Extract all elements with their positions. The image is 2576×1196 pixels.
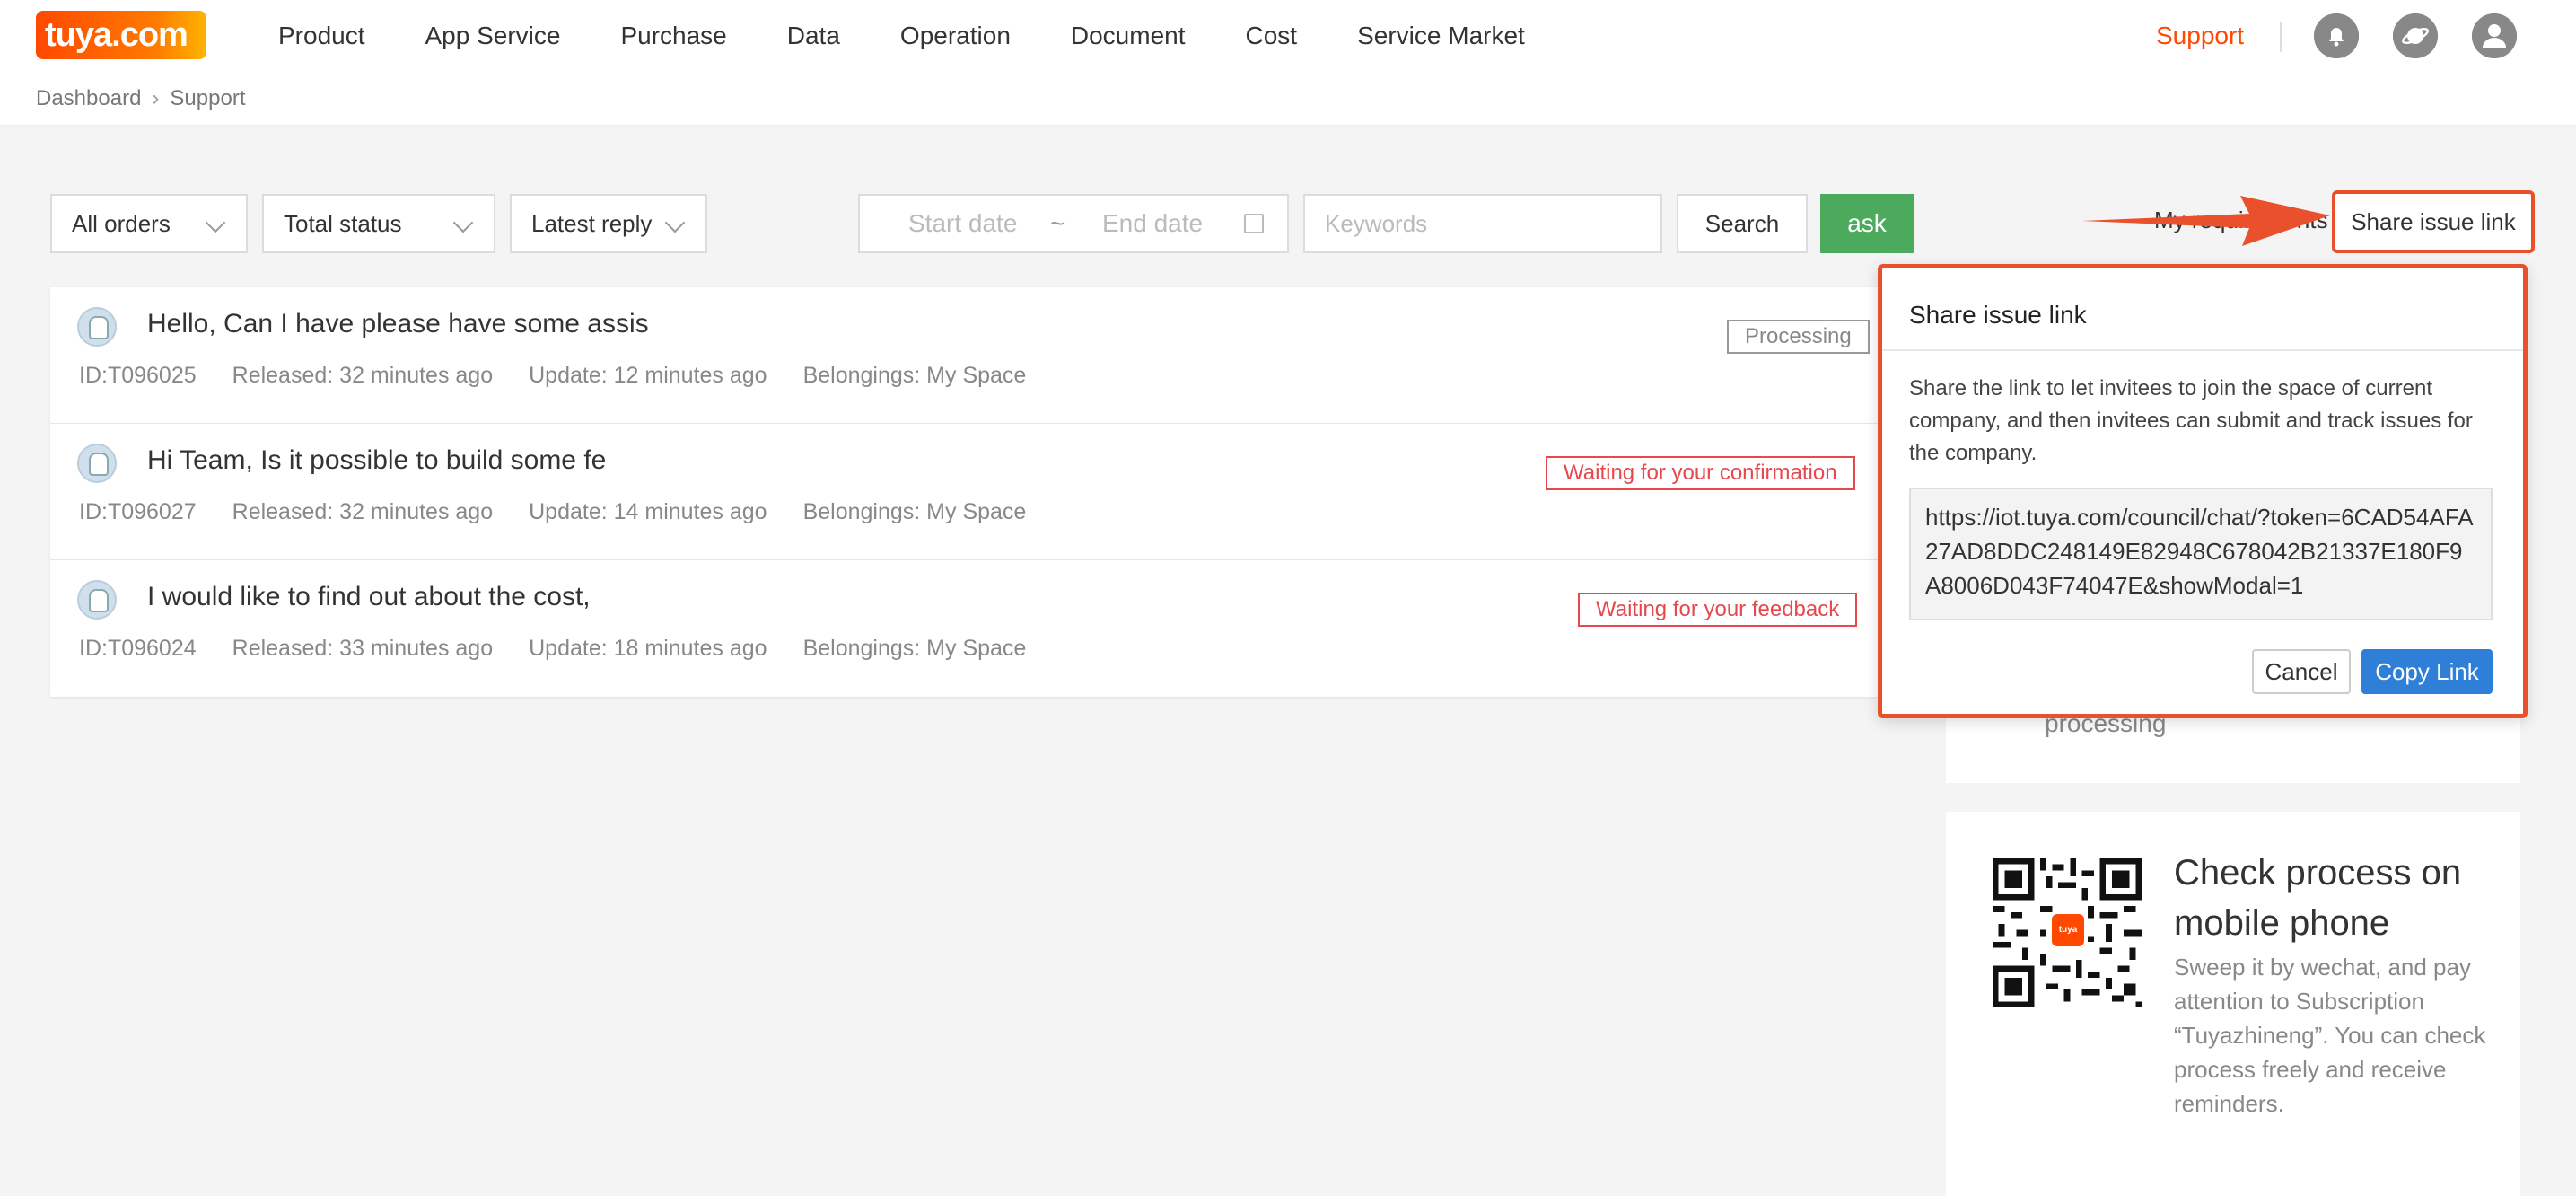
qr-tuya-logo: tuya [2052,914,2084,946]
issue-title[interactable]: Hello, Can I have please have some assis [147,309,649,339]
status-select-value: Total status [284,210,402,237]
sort-select[interactable]: Latest reply [510,194,707,253]
start-date-placeholder: Start date [908,209,1018,237]
nav-app-service[interactable]: App Service [425,18,561,54]
copy-link-button[interactable]: Copy Link [2361,649,2493,694]
chevron-down-icon [664,212,686,233]
chevron-down-icon [452,212,474,233]
breadcrumb-dashboard[interactable]: Dashboard [36,86,141,111]
qr-code: tuya [1993,858,2142,1007]
nav-cost[interactable]: Cost [1246,18,1298,54]
sort-select-value: Latest reply [531,210,653,237]
nav-document[interactable]: Document [1071,18,1186,54]
orders-select[interactable]: All orders [50,194,248,253]
mobile-process-title: Check process on mobile phone [2174,853,2462,943]
breadcrumb: Dashboard › Support [36,86,245,111]
avatar [77,444,117,483]
calendar-icon [1244,214,1264,233]
issue-updated: Update: 12 minutes ago [529,363,767,388]
chevron-down-icon [205,212,226,233]
mobile-process-desc: Sweep it by wechat, and pay attention to… [2174,954,2486,1117]
issue-row[interactable]: I would like to find out about the cost,… [50,560,1881,697]
nav-operation[interactable]: Operation [900,18,1011,54]
issue-meta: ID:T096025 Released: 32 minutes ago Upda… [79,363,1026,389]
tuya-logo[interactable]: tuya.com [36,11,206,59]
issue-meta: ID:T096024 Released: 33 minutes ago Upda… [79,636,1026,662]
top-header: tuya.com Product App Service Purchase Da… [0,0,2576,126]
search-button[interactable]: Search [1677,194,1808,253]
share-link-popover: Share issue link Share the link to let i… [1878,264,2528,718]
chevron-right-icon: › [152,86,160,110]
issue-meta: ID:T096027 Released: 32 minutes ago Upda… [79,499,1026,525]
bell-icon[interactable] [2314,13,2359,58]
breadcrumb-support: Support [170,86,246,110]
nav-data[interactable]: Data [787,18,840,54]
issue-row[interactable]: Hi Team, Is it possible to build some fe… [50,424,1881,560]
issue-released: Released: 32 minutes ago [232,499,494,524]
status-badge: Processing [1727,320,1870,354]
issue-id: ID:T096024 [79,636,197,661]
avatar [77,580,117,620]
nav-product[interactable]: Product [278,18,365,54]
share-link-textarea[interactable]: https://iot.tuya.com/council/chat/?token… [1909,488,2493,620]
end-date-placeholder: End date [1102,209,1204,237]
cancel-button[interactable]: Cancel [2252,649,2351,694]
issue-released: Released: 32 minutes ago [232,363,494,388]
issue-title[interactable]: Hi Team, Is it possible to build some fe [147,445,606,476]
support-link[interactable]: Support [2156,18,2244,54]
date-range-picker[interactable]: Start date ~ End date [858,194,1289,253]
status-select[interactable]: Total status [262,194,495,253]
issue-updated: Update: 18 minutes ago [529,636,767,661]
issue-list: Hello, Can I have please have some assis… [50,287,1881,697]
status-badge: Waiting for your confirmation [1546,456,1855,490]
nav-purchase[interactable]: Purchase [620,18,726,54]
status-badge: Waiting for your feedback [1578,593,1858,627]
keywords-input[interactable] [1303,194,1662,253]
header-divider [2280,22,2282,52]
share-issue-link-button[interactable]: Share issue link [2332,190,2535,253]
issue-belongings: Belongings: My Space [802,363,1027,388]
orders-select-value: All orders [72,210,171,237]
nav-service-market[interactable]: Service Market [1357,18,1525,54]
issue-released: Released: 33 minutes ago [232,636,494,661]
date-separator: ~ [1050,209,1065,237]
issue-id: ID:T096025 [79,363,197,388]
popover-divider [1882,349,2523,351]
ask-button[interactable]: ask [1820,194,1914,253]
popover-title: Share issue link [1909,301,2087,329]
user-icon[interactable] [2472,13,2517,58]
main-nav: Product App Service Purchase Data Operat… [278,18,1585,54]
annotation-arrow-icon [2082,196,2330,246]
issue-belongings: Belongings: My Space [802,636,1027,661]
avatar [77,307,117,347]
mobile-process-card: tuya Check process on mobile phone Sweep… [1946,812,2520,1196]
issue-belongings: Belongings: My Space [802,499,1027,524]
issue-updated: Update: 14 minutes ago [529,499,767,524]
popover-description: Share the link to let invitees to join t… [1909,376,2473,465]
issue-id: ID:T096027 [79,499,197,524]
issue-row[interactable]: Hello, Can I have please have some assis… [50,287,1881,424]
planet-icon[interactable] [2393,13,2438,58]
issue-title[interactable]: I would like to find out about the cost, [147,582,591,612]
